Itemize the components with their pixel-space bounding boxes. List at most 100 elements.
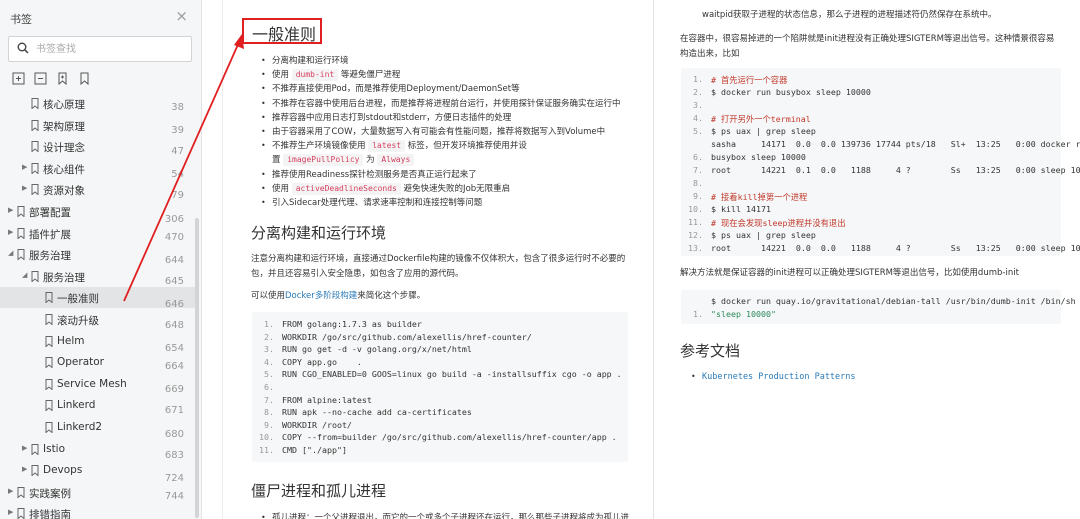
line-number: 5. <box>693 126 703 136</box>
line-number: 7. <box>693 165 703 175</box>
sidebar-item[interactable]: ◢ 服务治理 645 <box>0 266 196 287</box>
sidebar-item[interactable]: ▶ 核心组件 54 <box>0 158 196 180</box>
expand-arrow-icon[interactable]: ▶ <box>8 508 13 516</box>
bookmark-icon <box>31 98 39 109</box>
references-list: Kubernetes Production Patterns <box>688 370 856 384</box>
bookmark-search-input[interactable] <box>36 41 186 57</box>
sidebar-item[interactable]: 滚动升级 648 <box>0 309 196 331</box>
code-text: $ ps uax | grep sleep <box>711 126 816 136</box>
sidebar-item[interactable]: ◢ 服务治理 644 <box>0 244 196 266</box>
expand-arrow-icon[interactable]: ▶ <box>8 487 13 495</box>
code-line: 10. $ kill 14171 <box>681 204 1051 216</box>
collapse-arrow-icon[interactable]: ◢ <box>8 249 13 257</box>
code-line: 3. <box>681 100 1051 112</box>
paragraph-text: 可以使用 <box>251 291 286 301</box>
bookmark-icon[interactable] <box>78 70 91 86</box>
expand-arrow-icon[interactable]: ▶ <box>22 163 27 171</box>
expand-arrow-icon[interactable]: ▶ <box>8 228 13 236</box>
code-text: $ docker run busybox sleep 10000 <box>711 87 871 97</box>
bookmark-icon <box>31 270 39 282</box>
inline-code: activeDeadlineSeconds <box>291 182 401 195</box>
bookmark-icon <box>31 119 39 131</box>
sidebar-item-label: Istio <box>43 442 66 455</box>
line-number: 11. <box>259 445 274 455</box>
code-line: 3. RUN go get -d -v golang.org/x/net/html <box>252 344 622 356</box>
sidebar-item[interactable]: ▶ 部署配置 306 <box>0 201 196 225</box>
sidebar-item-page: 644 <box>164 254 184 266</box>
list-item: 不推荐生产环境镜像使用 latest 标签，但开发环境推荐使用并设 <box>258 139 621 153</box>
sidebar-item[interactable]: ▶ 排错指南 <box>0 503 196 519</box>
dockerfile-code-block: 1. FROM golang:1.7.3 as builder 2. WORKDIR … <box>252 312 628 462</box>
sidebar-item[interactable]: Linkerd2 680 <box>0 417 196 440</box>
guideline-list: 分离构建和运行环境使用 dumb-int 等避免僵尸进程不推荐直接使用Pod，而… <box>258 54 621 210</box>
sidebar-item[interactable]: Service Mesh 669 <box>0 374 196 395</box>
list-item: 使用 activeDeadlineSeconds 避免快速失败的Job无限重启 <box>258 182 621 196</box>
paragraph-text: 来简化这个步骤。 <box>357 291 426 301</box>
sidebar-item[interactable]: ▶ 实践案例 744 <box>0 482 196 503</box>
reference-link[interactable]: Kubernetes Production Patterns <box>702 372 856 382</box>
code-text: busybox sleep 10000 <box>711 152 806 162</box>
expand-arrow-icon[interactable]: ▶ <box>22 465 27 473</box>
expand-arrow-icon[interactable]: ▶ <box>22 184 27 192</box>
line-number: 10. <box>259 432 274 443</box>
bookmark-icon <box>17 249 25 261</box>
line-number: 8. <box>264 407 274 418</box>
code-text: # 现在会发现sleep进程并没有退出 <box>711 218 846 228</box>
line-number: 1. <box>264 319 274 329</box>
sidebar-scrollbar[interactable] <box>195 218 199 518</box>
code-text: FROM golang:1.7.3 as builder <box>282 319 422 329</box>
close-icon[interactable]: × <box>175 7 188 25</box>
sidebar-item[interactable]: Operator 664 <box>0 352 196 373</box>
expand-all-icon[interactable] <box>12 70 25 85</box>
docker-multistage-link[interactable]: Docker多阶段构建 <box>285 291 357 301</box>
sidebar-item[interactable]: 设计理念 47 <box>0 136 196 157</box>
line-number: 6. <box>693 152 703 162</box>
sidebar-item[interactable]: ▶ 资源对象 79 <box>0 179 196 202</box>
code-line: 6. busybox sleep 10000 <box>681 152 1051 164</box>
code-text: COPY app.go . <box>282 356 362 367</box>
sidebar-item-label: 实践案例 <box>29 487 71 500</box>
list-item: 不推荐直接使用Pod，而是推荐使用Deployment/DaemonSet等 <box>258 82 621 96</box>
bookmark-panel-header: 书签 × <box>0 0 201 36</box>
list-item-text: 等避免僵尸进程 <box>338 70 401 81</box>
line-number: 2. <box>264 331 274 342</box>
sidebar-item-page: 671 <box>164 405 184 417</box>
code-line: 6. <box>252 382 622 394</box>
list-item-text: 标签，但开发环境推荐使用并设 <box>405 141 527 152</box>
sidebar-item-label: Linkerd <box>57 399 96 412</box>
sidebar-item-label: 架构原理 <box>43 120 85 133</box>
code-text: # 首先运行一个容器 <box>711 75 788 85</box>
sidebar-item[interactable]: ▶ Devops 724 <box>0 460 196 484</box>
sidebar-item[interactable]: Helm 654 <box>0 331 196 354</box>
list-item: 引入Sidecar处理代理、请求速率控制和连接控制等问题 <box>258 196 621 210</box>
code-text: WORKDIR /root/ <box>282 419 352 430</box>
collapse-arrow-icon[interactable]: ◢ <box>22 271 27 279</box>
inline-code: imagePullPolicy <box>283 154 364 167</box>
bookmark-panel: 书签 × 核心原理38架构原理39设计理念47▶核心组件54▶资源对象79▶部署… <box>0 0 202 519</box>
sidebar-item-page: 79 <box>171 190 184 202</box>
expand-arrow-icon[interactable]: ▶ <box>22 444 27 452</box>
inline-code: dumb-int <box>291 69 339 82</box>
bookmark-icon <box>17 227 25 239</box>
code-text: # 打开另外一个terminal <box>711 114 811 124</box>
sidebar-item[interactable]: ▶ Istio 683 <box>0 439 196 461</box>
expand-arrow-icon[interactable]: ▶ <box>8 206 13 214</box>
add-bookmark-icon[interactable] <box>56 70 69 86</box>
line-number: 10. <box>688 204 703 214</box>
sidebar-item[interactable]: 核心原理 38 <box>0 93 196 114</box>
sidebar-item[interactable]: ▶ 插件扩展 470 <box>0 223 196 244</box>
line-number: 6. <box>264 382 274 392</box>
code-text: FROM alpine:latest <box>282 394 372 405</box>
sidebar-item[interactable]: 一般准则 646 <box>0 287 196 310</box>
bookmark-icon <box>31 443 39 455</box>
list-item-text: 使用 <box>272 183 292 194</box>
bookmark-icon <box>45 335 53 347</box>
sidebar-item[interactable]: Linkerd 671 <box>0 395 196 416</box>
line-number: 2. <box>693 87 703 97</box>
code-text: "sleep 10000" <box>711 309 776 319</box>
line-number: 3. <box>693 100 703 110</box>
sidebar-item[interactable]: 架构原理 39 <box>0 115 196 136</box>
bookmark-search-box[interactable] <box>8 36 192 62</box>
collapse-all-icon[interactable] <box>34 70 47 85</box>
list-item-text: 由于容器采用了COW，大量数据写入有可能会有性能问题，推荐将数据写入到Volum… <box>272 127 606 138</box>
